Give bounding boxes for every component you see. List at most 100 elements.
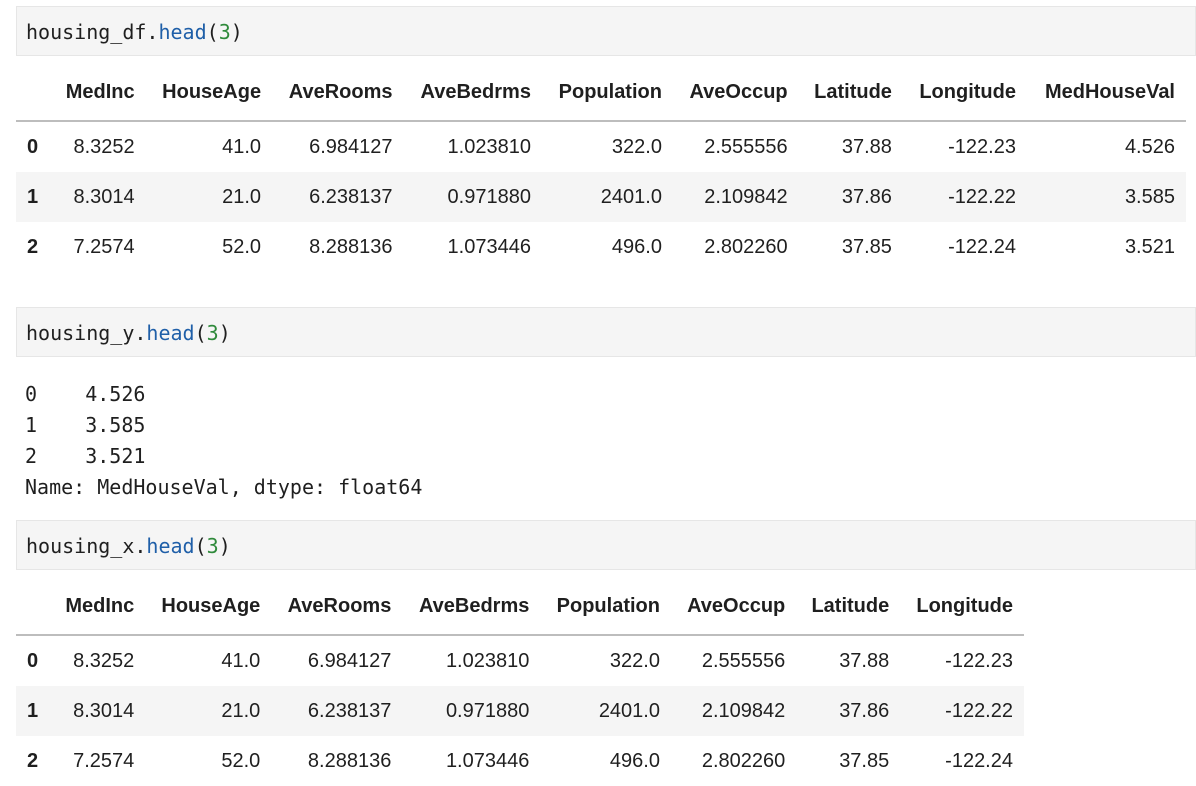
table-cell: 37.86 xyxy=(839,699,890,722)
table-cell: 37.88 xyxy=(839,649,890,672)
table-cell: 37.85 xyxy=(839,749,890,772)
output-line: 1 3.585 xyxy=(25,413,146,437)
column-header: AveOccup xyxy=(670,578,797,636)
table-cell: 4.526 xyxy=(1124,135,1175,158)
code-paren: ) xyxy=(230,20,243,44)
code-fn: head xyxy=(146,321,195,345)
table-cell: 6.984127 xyxy=(309,135,393,158)
table-cell: -122.24 xyxy=(948,235,1016,258)
column-header: MedInc xyxy=(50,578,146,636)
table-cell: 2.109842 xyxy=(701,699,786,722)
row-index: 2 xyxy=(27,749,39,772)
code-var: housing_df xyxy=(26,20,147,44)
table-cell: 2401.0 xyxy=(598,699,660,722)
output-line: 0 4.526 xyxy=(25,382,146,406)
table-header-row: MedInc HouseAge AveRooms AveBedrms Populatio… xyxy=(16,64,1186,122)
table-cell: 37.88 xyxy=(841,135,892,158)
code-paren: ( xyxy=(194,534,207,558)
table-cell: 6.238137 xyxy=(309,185,393,208)
column-header: HouseAge xyxy=(145,578,272,636)
code-arg: 3 xyxy=(206,321,219,345)
table-cell: 52.0 xyxy=(222,235,262,258)
table-cell: 21.0 xyxy=(222,185,262,208)
table-cell: -122.23 xyxy=(945,649,1013,672)
row-index: 0 xyxy=(27,649,39,672)
table-cell: -122.23 xyxy=(948,135,1016,158)
table-cell: 0.971880 xyxy=(447,185,531,208)
code-var: housing_y xyxy=(26,321,135,345)
table-row: 2 7.2574 52.0 8.288136 1.073446 496.0 2.802260… xyxy=(16,736,1024,786)
code-cell-housing-x[interactable]: housing_x.head(3) xyxy=(16,520,1196,570)
column-header: Population xyxy=(541,64,673,122)
table-row: 1 8.3014 21.0 6.238137 0.971880 2401.0 2.10984… xyxy=(16,172,1186,222)
table-cell: 8.3252 xyxy=(73,649,135,672)
code-paren: ) xyxy=(218,321,231,345)
code-cell-housing-df[interactable]: housing_df.head(3) xyxy=(16,6,1196,56)
table-cell: -122.22 xyxy=(948,185,1016,208)
table-cell: 8.3014 xyxy=(73,699,135,722)
column-header: MedInc xyxy=(50,64,146,122)
code-paren: ( xyxy=(206,20,219,44)
code-paren: ( xyxy=(194,321,207,345)
table-row: 0 8.3252 41.0 6.984127 1.023810 322.0 2.555556… xyxy=(16,121,1186,172)
series-output: 0 4.526 1 3.585 2 3.521 Name: MedHouseVal, … xyxy=(25,379,422,503)
table-cell: -122.24 xyxy=(945,749,1013,772)
table-cell: 6.238137 xyxy=(307,699,392,722)
table-cell: 496.0 xyxy=(609,749,660,772)
dataframe-table-housing-df: MedInc HouseAge AveRooms AveBedrms Populatio… xyxy=(16,64,1186,272)
index-header xyxy=(16,64,51,122)
table-cell: 8.288136 xyxy=(309,235,393,258)
index-header xyxy=(16,578,51,636)
code-cell-housing-y[interactable]: housing_y.head(3) xyxy=(16,307,1196,357)
table-cell: 37.85 xyxy=(841,235,892,258)
table-cell: 8.288136 xyxy=(307,749,392,772)
table-cell: 2401.0 xyxy=(600,185,662,208)
table-cell: 1.073446 xyxy=(447,235,531,258)
table-cell: 37.86 xyxy=(841,185,892,208)
code-arg: 3 xyxy=(206,534,219,558)
table-cell: 3.585 xyxy=(1124,185,1175,208)
table-cell: 2.802260 xyxy=(704,235,788,258)
table-cell: 1.023810 xyxy=(447,135,531,158)
code-fn: head xyxy=(158,20,207,44)
column-header: Latitude xyxy=(796,578,901,636)
table-cell: 3.521 xyxy=(1124,235,1175,258)
table-cell: 322.0 xyxy=(611,135,662,158)
column-header: AveRooms xyxy=(271,578,403,636)
table-cell: 8.3014 xyxy=(73,185,135,208)
code-arg: 3 xyxy=(218,20,231,44)
column-header: Longitude xyxy=(902,64,1027,122)
table-cell: 322.0 xyxy=(609,649,660,672)
column-header: AveOccup xyxy=(672,64,799,122)
column-header: MedHouseVal xyxy=(1026,64,1186,122)
table-cell: 7.2574 xyxy=(73,235,135,258)
column-header: Longitude xyxy=(900,578,1024,636)
row-index: 0 xyxy=(27,135,39,158)
table-cell: 2.555556 xyxy=(701,649,786,672)
row-index: 1 xyxy=(27,185,39,208)
table-cell: 2.109842 xyxy=(704,185,788,208)
table-cell: 1.073446 xyxy=(445,749,530,772)
table-cell: 6.984127 xyxy=(307,649,392,672)
code-fn: head xyxy=(146,534,195,558)
code-dot: . xyxy=(146,20,159,44)
table-cell: 52.0 xyxy=(221,749,261,772)
table-cell: 496.0 xyxy=(611,235,662,258)
table-header-row: MedInc HouseAge AveRooms AveBedrms Populatio… xyxy=(16,578,1024,636)
column-header: AveBedrms xyxy=(402,578,541,636)
table-cell: 2.555556 xyxy=(704,135,788,158)
column-header: Population xyxy=(540,578,671,636)
table-cell: 1.023810 xyxy=(445,649,530,672)
table-row: 1 8.3014 21.0 6.238137 0.971880 2401.0 2.10984… xyxy=(16,686,1024,736)
row-index: 2 xyxy=(27,235,39,258)
column-header: AveRooms xyxy=(272,64,404,122)
table-cell: 2.802260 xyxy=(701,749,786,772)
table-row: 2 7.2574 52.0 8.288136 1.073446 496.0 2.802260… xyxy=(16,222,1186,272)
table-cell: 8.3252 xyxy=(73,135,135,158)
table-cell: 41.0 xyxy=(222,135,262,158)
dataframe-table-housing-x: MedInc HouseAge AveRooms AveBedrms Populatio… xyxy=(16,578,1024,786)
table-cell: 41.0 xyxy=(221,649,261,672)
code-dot: . xyxy=(134,534,147,558)
output-line: 2 3.521 xyxy=(25,444,146,468)
code-dot: . xyxy=(134,321,147,345)
